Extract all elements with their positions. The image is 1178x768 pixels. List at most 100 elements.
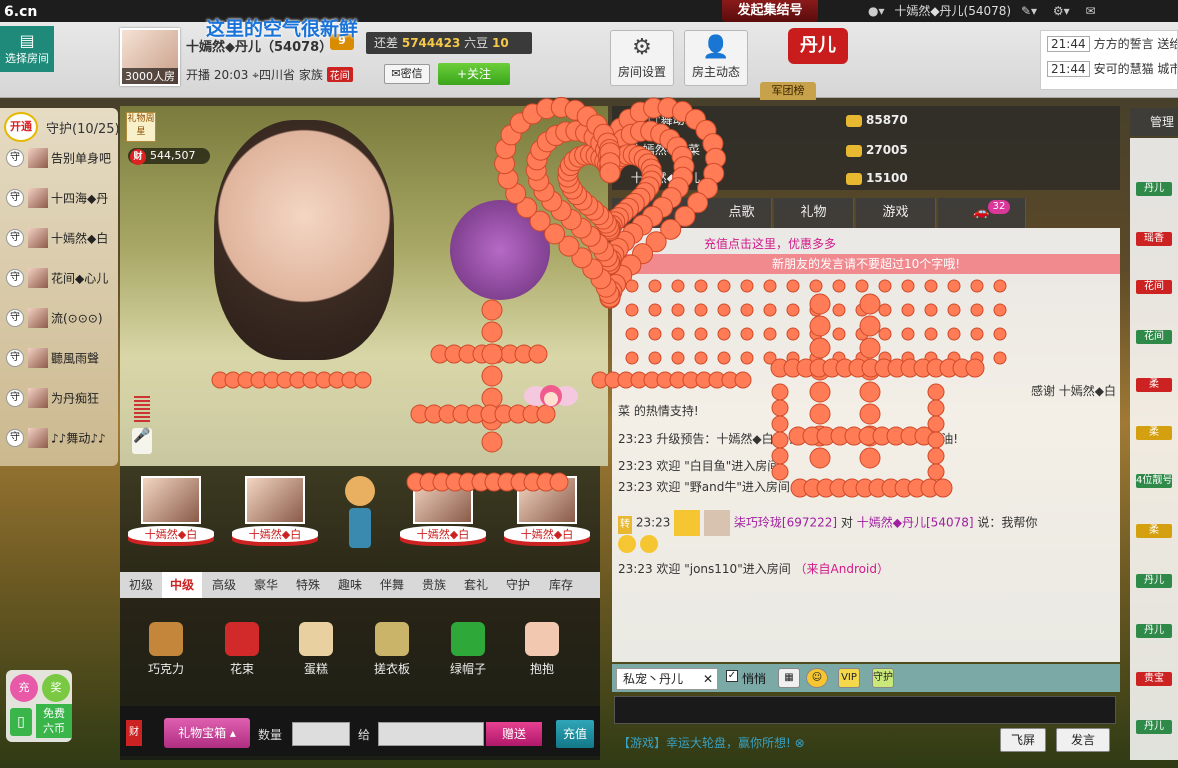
top-user-area[interactable]: ●▾ 十嫣然◆丹儿(54078) ✎▾ ⚙▾ ✉ [862, 0, 1102, 22]
rank-row[interactable]: 十嫣然◆白菜 27005 [612, 136, 1120, 164]
gift-item[interactable]: 巧克力 [138, 622, 194, 677]
gift-tab[interactable]: 趣味 [330, 572, 370, 598]
chat-tab-games[interactable]: 游戏 [856, 198, 936, 228]
member-badge[interactable]: 花间 [1136, 280, 1172, 294]
member-badge[interactable]: 丹儿 [1136, 720, 1172, 734]
recharge-button[interactable]: 充值 [556, 720, 594, 748]
gift-item[interactable]: 绿帽子 [440, 622, 496, 677]
send-message-button[interactable]: 发言 [1056, 728, 1110, 752]
gift-tab[interactable]: 伴舞 [372, 572, 412, 598]
guard-row[interactable]: 守 告别单身吧 [6, 148, 118, 184]
rank-row[interactable]: ♪♪舞动♪♪ 85870 [612, 106, 1120, 134]
gift-item[interactable]: 抱抱 [514, 622, 570, 677]
host-avatar[interactable]: 3000人房 [120, 28, 180, 86]
gift-tab[interactable]: 豪华 [246, 572, 286, 598]
pedestal-slot[interactable]: 十嫣然◆白 [230, 476, 320, 562]
game-promo-text: 【游戏】幸运大轮盘，赢你所想! [618, 736, 791, 750]
site-logo[interactable]: 6.cn [0, 0, 54, 22]
guard-row[interactable]: 守 流(⊙⊙⊙) [6, 308, 118, 344]
quiet-checkbox[interactable]: ✓ [726, 670, 738, 682]
mic-icon[interactable]: 🎤 [132, 428, 152, 454]
recipient-input[interactable] [378, 722, 484, 746]
guard-icon[interactable]: 守护 [872, 668, 894, 688]
private-message-button[interactable]: ✉密信 [384, 64, 430, 84]
member-badge[interactable]: 柔 [1136, 378, 1172, 392]
room-settings-button[interactable]: ⚙ 房间设置 [610, 30, 674, 86]
fly-screen-button[interactable]: 飞屏 [1000, 728, 1046, 752]
chat-tab-gifts[interactable]: 礼物 [774, 198, 854, 228]
avatar [28, 308, 48, 328]
image-icon[interactable]: ▦ [778, 668, 800, 688]
gang-call-button[interactable]: 发起集结号 [722, 0, 818, 22]
member-badge[interactable]: 丹儿 [1136, 624, 1172, 638]
send-gift-button[interactable]: 赠送 [486, 722, 542, 746]
member-badge[interactable]: 柔 [1136, 426, 1172, 440]
prize-button[interactable]: 奖 [42, 674, 70, 702]
army-rank-tab[interactable]: 军团榜 [760, 82, 816, 100]
top-username[interactable]: 十嫣然◆丹儿(54078) [894, 4, 1011, 18]
guard-row[interactable]: 守 ♪♪舞动♪♪ [6, 428, 118, 464]
close-icon[interactable]: ⊗ [795, 736, 805, 750]
edit-icon[interactable]: ✎▾ [1021, 0, 1037, 22]
follow-button[interactable]: +关注 [438, 63, 510, 85]
guard-row[interactable]: 守 十嫣然◆白 [6, 228, 118, 264]
avatar[interactable] [704, 510, 731, 536]
gift-tab[interactable]: 初级 [122, 572, 160, 598]
guard-row[interactable]: 守 为丹痴狂 [6, 388, 118, 424]
open-guard-button[interactable]: 开通 [4, 112, 38, 142]
close-icon[interactable]: ✕ [703, 669, 713, 689]
chat-tab-songs[interactable]: 点歌 [612, 198, 772, 228]
game-promo-link[interactable]: 【游戏】幸运大轮盘，赢你所想! ⊗ [618, 734, 805, 751]
family-tag[interactable]: 花间 [326, 67, 353, 82]
member-badge[interactable]: 瑶香 [1136, 232, 1172, 246]
rank-row[interactable]: 十嫣然◆丹儿 15100 [612, 164, 1120, 192]
gift-tab[interactable]: 高级 [204, 572, 244, 598]
gift-tab[interactable]: 守护 [498, 572, 538, 598]
volume-bars[interactable] [134, 396, 150, 424]
pedestal-name: 十嫣然◆白 [232, 526, 318, 542]
cartoon-body [349, 508, 371, 548]
guard-row[interactable]: 守 十四海◆丹 [6, 188, 118, 224]
gift-item[interactable]: 搓衣板 [364, 622, 420, 677]
member-badge[interactable]: 丹儿 [1136, 182, 1172, 196]
guard-row[interactable]: 守 花间◆心儿 [6, 268, 118, 304]
host-dynamics-button[interactable]: 👤 房主动态 [684, 30, 748, 86]
mail-icon[interactable]: ✉ [1085, 0, 1095, 22]
charge-button[interactable]: 充 [10, 674, 38, 702]
quantity-input[interactable] [292, 722, 350, 746]
private-chat-select[interactable]: 私宠丶丹儿 ✕ [616, 668, 718, 690]
host-brand-badge[interactable]: 丹儿 [788, 28, 848, 64]
pedestal-slot[interactable]: 十嫣然◆白 [502, 476, 592, 562]
gift-tab[interactable]: 贵族 [414, 572, 454, 598]
gift-tab[interactable]: 库存 [540, 572, 582, 598]
gift-box-button[interactable]: 礼物宝箱 ▴ [164, 718, 250, 748]
guard-row[interactable]: 守 聽風雨聲 [6, 348, 118, 384]
choose-room-button[interactable]: ▤ 选择房间 [0, 26, 54, 72]
pedestal-slot[interactable]: 十嫣然◆白 [398, 476, 488, 562]
broadcast-label: 开播 [186, 68, 211, 82]
pedestal-slot[interactable]: 十嫣然◆白 [126, 476, 216, 562]
chat-input[interactable] [614, 696, 1116, 724]
member-badge[interactable]: 花间 [1136, 330, 1172, 344]
gift-tab[interactable]: 特殊 [288, 572, 328, 598]
emoji-icon[interactable]: ☺ [806, 668, 828, 688]
member-badge[interactable]: 丹儿 [1136, 574, 1172, 588]
chat-target[interactable]: 十嫣然◆丹儿 [857, 516, 926, 530]
vip-icon[interactable]: VIP [838, 668, 860, 688]
member-badge[interactable]: 贵宝 [1136, 672, 1172, 686]
free-coins-button[interactable]: 免费 六币 [36, 704, 72, 738]
member-badge[interactable]: 4位靓号 [1136, 474, 1172, 488]
gift-item[interactable]: 花束 [214, 622, 270, 677]
dot-menu-icon[interactable]: ●▾ [868, 0, 885, 22]
gear-icon[interactable]: ⚙▾ [1053, 0, 1070, 22]
recharge-promo-link[interactable]: 充值点击这里，优惠多多 [704, 235, 836, 252]
gift-tab[interactable]: 套礼 [456, 572, 496, 598]
chat-tab-cars[interactable]: 🚗 [938, 198, 1026, 228]
gift-tab-active[interactable]: 中级 [162, 572, 202, 598]
manage-tab[interactable]: 管理 [1130, 108, 1178, 136]
phone-icon[interactable]: ▯ [10, 708, 32, 736]
gift-item[interactable]: 蛋糕 [288, 622, 344, 677]
gift-week-star-badge[interactable]: 礼物周星 [126, 112, 156, 142]
member-badge[interactable]: 柔 [1136, 524, 1172, 538]
chat-sender[interactable]: 柒巧玲珑 [734, 516, 782, 530]
